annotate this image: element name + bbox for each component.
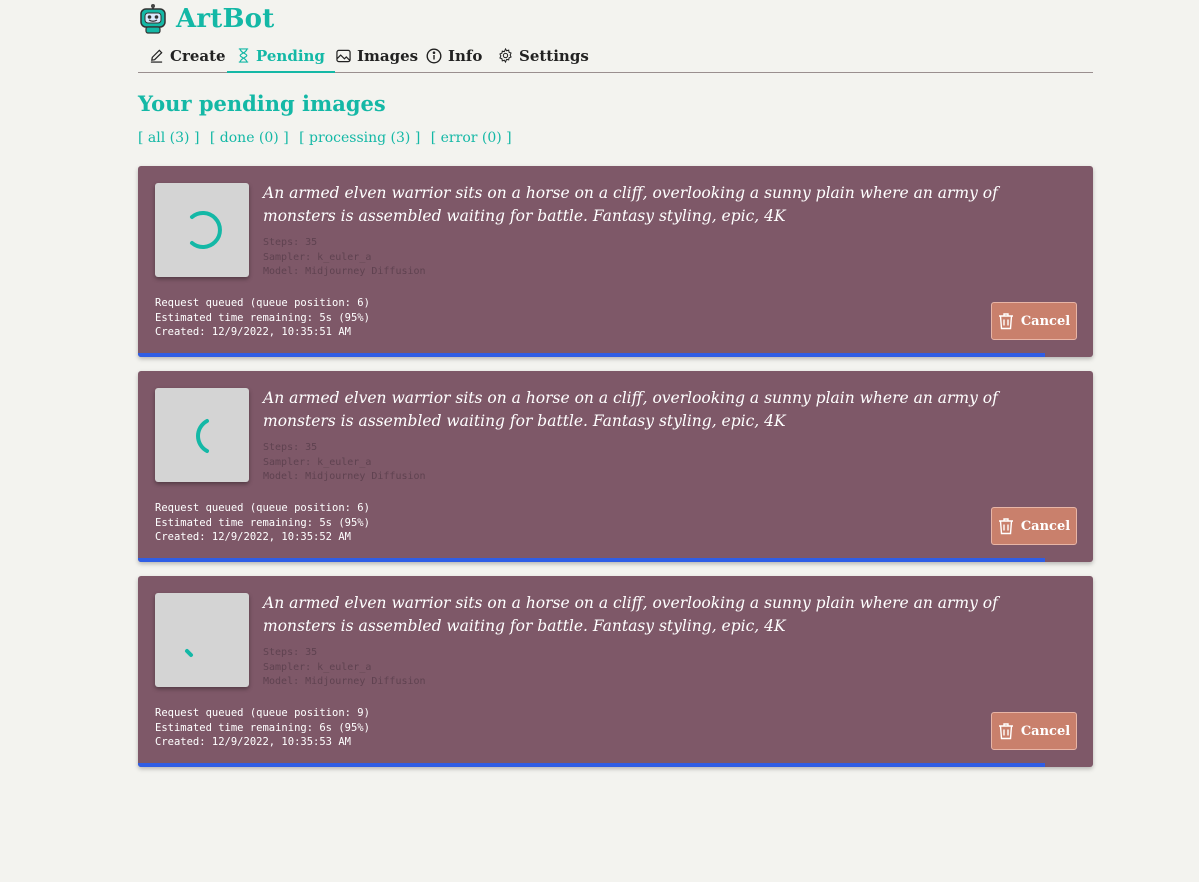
sampler-text: Sampler: k_euler_a <box>263 661 372 673</box>
pencil-icon <box>150 49 163 63</box>
nav-label: Pending <box>256 46 325 65</box>
gear-icon <box>499 48 512 63</box>
model-text: Model: Midjourney Diffusion <box>263 471 426 482</box>
sampler-text: Sampler: k_euler_a <box>263 456 372 468</box>
main-nav: Create Pending Images Info Settings <box>138 40 1093 73</box>
nav-settings[interactable]: Settings <box>498 40 589 71</box>
nav-pending[interactable]: Pending <box>227 40 335 73</box>
progress-bar <box>138 353 1093 357</box>
queue-position-text: Request queued (queue position: 6) <box>155 502 370 514</box>
filter-done[interactable]: [ done (0) ] <box>210 130 289 146</box>
queue-position-text: Request queued (queue position: 6) <box>155 297 370 309</box>
job-status: Request queued (queue position: 9) Estim… <box>155 706 370 750</box>
model-text: Model: Midjourney Diffusion <box>263 266 426 277</box>
cancel-button[interactable]: Cancel <box>991 507 1077 545</box>
hourglass-icon <box>238 48 249 63</box>
prompt-text: An armed elven warrior sits on a horse o… <box>263 594 998 635</box>
image-icon <box>336 49 351 62</box>
progress-bar <box>138 558 1093 562</box>
progress-fill <box>138 763 1046 767</box>
cancel-button[interactable]: Cancel <box>991 712 1077 750</box>
prompt-text: An armed elven warrior sits on a horse o… <box>263 184 998 225</box>
job-settings: Steps: 35 Sampler: k_euler_a Model: Midj… <box>263 646 426 690</box>
created-text: Created: 12/9/2022, 10:35:52 AM <box>155 531 351 543</box>
prompt-text: An armed elven warrior sits on a horse o… <box>263 389 998 430</box>
trash-icon <box>998 313 1013 330</box>
cancel-label: Cancel <box>1020 518 1071 534</box>
job-status: Request queued (queue position: 6) Estim… <box>155 501 370 545</box>
pending-job-card: An armed elven warrior sits on a horse o… <box>138 576 1093 767</box>
nav-label: Create <box>170 46 226 65</box>
cancel-label: Cancel <box>1020 723 1071 739</box>
info-icon <box>426 47 442 64</box>
filter-bar: [ all (3) ] [ done (0) ] [ processing (3… <box>138 130 518 146</box>
image-placeholder <box>155 388 249 482</box>
steps-text: Steps: 35 <box>263 647 318 658</box>
steps-text: Steps: 35 <box>263 237 318 248</box>
eta-text: Estimated time remaining: 6s (95%) <box>155 721 370 734</box>
trash-icon <box>998 518 1013 535</box>
pending-job-card: An armed elven warrior sits on a horse o… <box>138 166 1093 357</box>
page-title: Your pending images <box>138 91 386 116</box>
sampler-text: Sampler: k_euler_a <box>263 251 372 263</box>
job-status: Request queued (queue position: 6) Estim… <box>155 296 370 340</box>
eta-text: Estimated time remaining: 5s (95%) <box>155 311 370 324</box>
progress-bar <box>138 763 1093 767</box>
loading-spinner-icon <box>185 649 193 657</box>
filter-processing[interactable]: [ processing (3) ] <box>299 130 420 146</box>
steps-text: Steps: 35 <box>263 442 318 453</box>
pending-job-card: An armed elven warrior sits on a horse o… <box>138 371 1093 562</box>
loading-spinner-icon <box>190 211 222 249</box>
model-text: Model: Midjourney Diffusion <box>263 676 426 687</box>
nav-info[interactable]: Info <box>426 40 482 71</box>
job-settings: Steps: 35 Sampler: k_euler_a Model: Midj… <box>263 236 426 280</box>
robot-logo-icon <box>140 4 166 34</box>
cancel-label: Cancel <box>1020 313 1071 329</box>
image-placeholder <box>155 593 249 687</box>
loading-spinner-icon <box>196 419 209 453</box>
nav-label: Settings <box>519 46 589 65</box>
progress-fill <box>138 353 1046 357</box>
created-text: Created: 12/9/2022, 10:35:51 AM <box>155 326 351 338</box>
nav-images[interactable]: Images <box>336 40 418 71</box>
nav-create[interactable]: Create <box>149 40 226 71</box>
trash-icon <box>998 723 1013 740</box>
nav-label: Info <box>448 46 483 65</box>
job-settings: Steps: 35 Sampler: k_euler_a Model: Midj… <box>263 441 426 485</box>
progress-fill <box>138 558 1046 562</box>
created-text: Created: 12/9/2022, 10:35:53 AM <box>155 736 351 748</box>
queue-position-text: Request queued (queue position: 9) <box>155 707 370 719</box>
brand[interactable]: ArtBot <box>138 2 274 36</box>
cancel-button[interactable]: Cancel <box>991 302 1077 340</box>
filter-error[interactable]: [ error (0) ] <box>431 130 512 146</box>
nav-label: Images <box>357 46 419 65</box>
image-placeholder <box>155 183 249 277</box>
eta-text: Estimated time remaining: 5s (95%) <box>155 516 370 529</box>
filter-all[interactable]: [ all (3) ] <box>138 130 199 146</box>
app-title: ArtBot <box>176 4 275 34</box>
